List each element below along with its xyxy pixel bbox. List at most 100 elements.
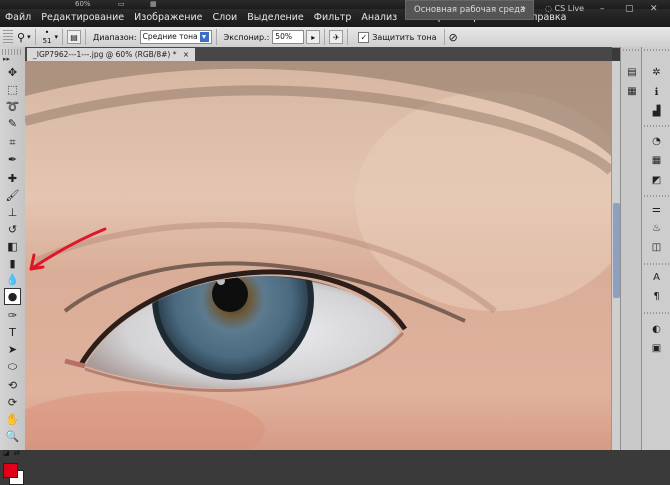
brush-tip-icon: • [44,28,50,37]
screen-mode-icon[interactable]: ▭ [118,0,125,9]
exposure-label: Экспонир.: [223,32,270,42]
gradient-tool-icon[interactable]: ▮ [4,255,21,272]
cs-live-icon: ◌ [545,4,555,13]
document-tab-bar: _IGP7962---1---.jpg @ 60% (RGB/8#) * × [25,47,612,61]
clone-stamp-tool-icon[interactable]: ⊥ [4,204,21,221]
blur-tool-icon[interactable]: 💧 [4,271,21,288]
3d-rotate-tool-icon[interactable]: ⟲ [4,377,21,394]
lasso-tool-icon[interactable]: ➰ [4,98,21,115]
history-panel-icon[interactable]: ▤ [625,65,639,79]
document-tab[interactable]: _IGP7962---1---.jpg @ 60% (RGB/8#) * × [27,48,196,61]
menu-analysis[interactable]: Анализ [356,9,402,27]
menu-select[interactable]: Выделение [242,9,309,27]
panel-group-separator [644,125,669,127]
separator [347,29,349,45]
protect-tones-label: Защитить тона [372,32,437,42]
layers-panel-icon[interactable]: ◫ [649,240,664,255]
brush-tool-icon[interactable]: 🖌 [4,187,21,204]
menu-layers[interactable]: Слои [207,9,242,27]
character-panel-icon[interactable]: A [649,270,664,285]
move-tool-icon[interactable]: ✥ [4,64,21,81]
menu-bar: Файл Редактирование Изображение Слои Выд… [0,0,670,27]
crop-tool-icon[interactable]: ⌗ [4,134,21,151]
options-bar: ⚲ ▾ • 51 ▾ ▤ Диапазон: Средние тона Эксп… [0,27,670,48]
panel-grip[interactable] [644,49,669,51]
separator [215,29,217,45]
tool-presets-panel-icon[interactable]: ▣ [649,341,664,356]
swatches-panel-icon[interactable]: ▦ [649,153,664,168]
styles-panel-icon[interactable]: ◩ [649,173,664,188]
color-panel-icon[interactable]: ◔ [649,134,664,149]
eyedropper-tool-icon[interactable]: ✒ [4,151,21,168]
zoom-tool-icon[interactable]: 🔍 [4,428,21,445]
3d-orbit-tool-icon[interactable]: ⟳ [4,394,21,411]
tool-preset-burn-icon[interactable]: ⚲ [17,31,25,44]
brush-panel-toggle-icon[interactable]: ▤ [67,30,82,44]
document-tab-title: _IGP7962---1---.jpg @ 60% (RGB/8#) * [33,50,177,59]
healing-brush-tool-icon[interactable]: ✚ [4,170,21,187]
range-label: Диапазон: [93,32,137,42]
adjustments-panel-icon[interactable]: ⚌ [649,202,664,217]
quick-selection-tool-icon[interactable]: ✎ [4,115,21,132]
navigator-panel-icon[interactable]: ✲ [649,65,664,80]
histogram-panel-icon[interactable]: ▟ [649,104,664,119]
panel-group-separator [644,312,669,314]
separator [85,29,87,45]
panel-dock: ✲ ℹ ▟ ◔ ▦ ◩ ⚌ ♨ ◫ A ¶ ◐ ▣ [641,47,670,450]
close-tab-icon[interactable]: × [183,50,189,59]
actions-panel-icon[interactable]: ▦ [625,84,639,98]
close-window-icon[interactable]: ✕ [650,0,658,18]
more-workspaces-icon[interactable]: » [520,0,526,18]
arrange-documents-icon[interactable]: ▦ [150,0,157,9]
marquee-tool-icon[interactable]: ⬚ [4,81,21,98]
exposure-input[interactable]: 50% [272,30,305,44]
panel-group-separator [644,195,669,197]
collapse-toolbox-icon[interactable]: ▸▸ [3,55,10,63]
hand-tool-icon[interactable]: ✋ [4,411,21,428]
range-select[interactable]: Средние тона [139,30,212,44]
menu-edit[interactable]: Редактирование [36,9,129,27]
default-colors-icon[interactable]: ◪ [3,449,10,457]
protect-tones-checkbox[interactable]: ✓ [358,31,370,43]
menu-file[interactable]: Файл [0,9,36,27]
exposure-slider-icon[interactable]: ▸ [306,30,321,44]
swap-colors-icon[interactable]: ⇄ [14,449,20,457]
separator [34,29,36,45]
menu-filter[interactable]: Фильтр [309,9,357,27]
foreground-color-swatch[interactable] [3,463,18,478]
range-select-value: Средние тона [142,32,198,41]
panel-grip[interactable] [623,49,640,51]
path-selection-tool-icon[interactable]: ➤ [4,341,21,358]
separator [62,29,64,45]
masks-panel-icon[interactable]: ♨ [649,221,664,236]
minimize-icon[interactable]: – [600,0,605,18]
document-canvas[interactable] [25,61,611,450]
type-tool-icon[interactable]: T [4,324,21,341]
burn-tool-icon[interactable]: ● [4,288,21,305]
paragraph-panel-icon[interactable]: ¶ [649,289,664,304]
cs-live-label: CS Live [554,4,585,13]
options-grip [3,30,13,44]
menu-image[interactable]: Изображение [129,9,207,27]
tool-preset-dropdown-icon[interactable]: ▾ [27,33,31,41]
history-brush-tool-icon[interactable]: ↺ [4,221,21,238]
brush-picker[interactable]: • 51 [42,28,52,46]
brush-dropdown-icon[interactable]: ▾ [55,33,59,41]
zoom-level-readout[interactable]: 60% [75,0,91,9]
chevron-down-icon [199,32,209,42]
annotation-arrow-icon [29,227,107,271]
brush-size-value: 51 [42,37,52,45]
info-panel-icon[interactable]: ℹ [649,85,664,100]
eraser-tool-icon[interactable]: ◧ [4,238,21,255]
clone-source-panel-icon[interactable]: ◐ [649,322,664,337]
collapsed-panel-dock: ▤ ▦ [620,47,642,450]
pen-tool-icon[interactable]: ✑ [4,307,21,324]
shape-tool-icon[interactable]: ⬭ [4,358,21,375]
scrollbar-thumb[interactable] [613,203,620,298]
separator [443,29,445,45]
maximize-icon[interactable]: ▢ [625,0,634,18]
workspace-switcher-button[interactable]: Основная рабочая среда [405,0,535,20]
cs-live-button[interactable]: ◌ CS Live [545,0,584,18]
tablet-pressure-icon[interactable]: ⊘ [449,31,458,44]
airbrush-icon[interactable]: ✈ [329,30,344,44]
